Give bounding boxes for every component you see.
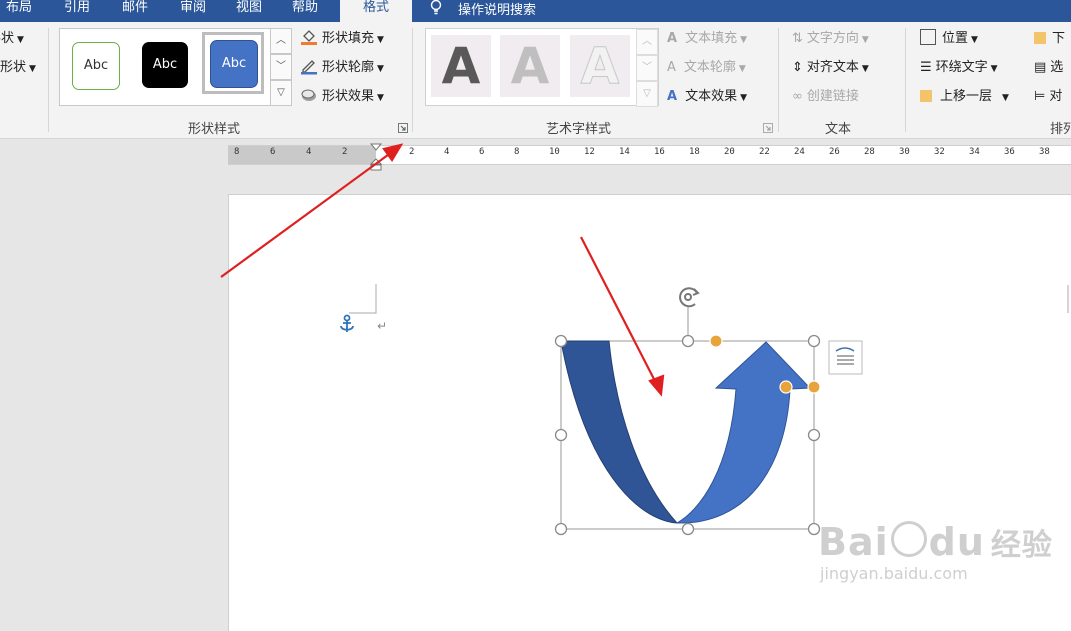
watermark-brand: Bai: [818, 520, 889, 564]
handle-top-left[interactable]: [554, 334, 568, 348]
watermark-brand2: du: [928, 520, 985, 564]
handle-top-center[interactable]: [681, 334, 695, 348]
paragraph-corner-mark: [349, 284, 377, 314]
handle-middle-left[interactable]: [554, 428, 568, 442]
rotate-handle-icon[interactable]: [679, 287, 700, 308]
watermark-url: jingyan.baidu.com: [820, 564, 968, 583]
annotation-arrowhead: [382, 143, 404, 162]
adjust-handle[interactable]: [807, 380, 821, 394]
anchor-icon: [340, 314, 354, 332]
annotation-arrowhead: [648, 374, 665, 397]
baidu-watermark: Bai du 经验 jingyan.baidu.com: [818, 520, 1053, 583]
paragraph-return-icon: ↵: [377, 319, 387, 333]
handle-top-right[interactable]: [807, 334, 821, 348]
handle-bottom-left[interactable]: [554, 522, 568, 536]
watermark-cn: 经验: [990, 528, 1053, 563]
adjust-handle[interactable]: [779, 380, 793, 394]
u-turn-arrow-shape[interactable]: [560, 340, 812, 524]
paw-icon: [890, 521, 927, 557]
layout-options-icon[interactable]: [828, 340, 863, 375]
handle-bottom-center[interactable]: [681, 522, 695, 536]
annotation-arrow-line: [220, 151, 393, 278]
arrow-back-face: [560, 340, 679, 524]
handle-middle-right[interactable]: [807, 428, 821, 442]
adjust-handle[interactable]: [709, 334, 723, 348]
arrow-front-face: [675, 341, 812, 524]
